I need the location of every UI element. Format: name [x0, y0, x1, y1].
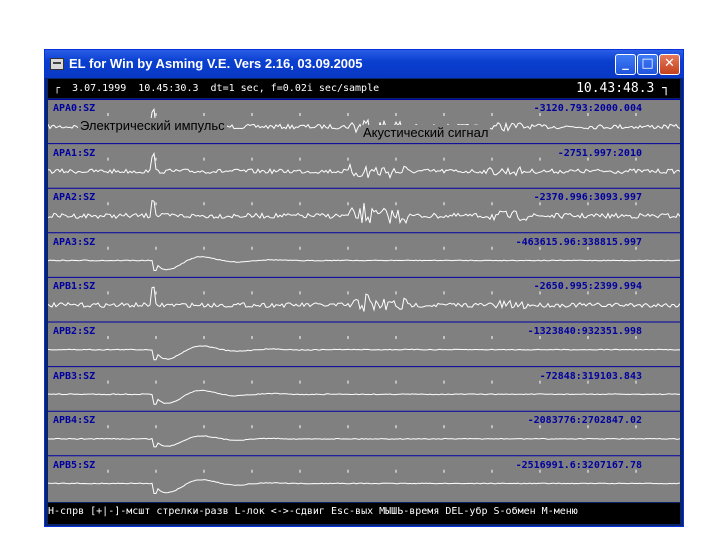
status-bar: H-спрв [+|-]-мсшт стрелки-разв L-лок <->…	[48, 503, 680, 524]
channel-label[interactable]: APB1:SZ	[53, 281, 95, 292]
app-window: EL for Win by Asming V.E. Vers 2.16, 03.…	[44, 49, 684, 527]
channel-label[interactable]: APA1:SZ	[53, 148, 95, 159]
close-button[interactable]: ✕	[659, 54, 680, 75]
channel-label[interactable]: APA2:SZ	[53, 192, 95, 203]
seismogram-plot[interactable]: Электрический импульс Акустический сигна…	[48, 99, 680, 502]
waveform-trace	[48, 345, 680, 361]
channel-label[interactable]: APB4:SZ	[53, 415, 95, 426]
waveform-trace	[48, 389, 680, 405]
window-title: EL for Win by Asming V.E. Vers 2.16, 03.…	[69, 56, 363, 71]
cursor-time: 10.43:48.3 ┐	[576, 81, 670, 96]
waveform-trace	[48, 256, 680, 271]
hotkey-help: H-спрв [+|-]-мсшт стрелки-разв L-лок <->…	[48, 506, 578, 517]
channel-range: -2650.995:2399.994	[533, 281, 642, 293]
channel-label[interactable]: APB2:SZ	[53, 326, 95, 337]
title-bar[interactable]: EL for Win by Asming V.E. Vers 2.16, 03.…	[45, 50, 683, 78]
app-icon[interactable]	[50, 58, 64, 70]
acoustic-signal-annotation: Акустический сигнал	[361, 125, 491, 140]
channel-range: -3120.793:2000.004	[533, 103, 642, 114]
channel-range: -72848:319103.843	[539, 370, 642, 382]
minimize-button[interactable]: _	[615, 54, 636, 75]
waveform-trace	[48, 479, 680, 494]
electric-pulse-annotation: Электрический импульс	[78, 118, 227, 133]
channel-range: -1323840:932351.998	[527, 326, 642, 337]
channel-range: -2370.996:3093.997	[533, 192, 642, 204]
maximize-button[interactable]: □	[637, 54, 658, 75]
waveform-trace	[48, 435, 680, 448]
channel-label[interactable]: APA3:SZ	[53, 237, 95, 248]
channel-range: -2751.997:2010	[557, 147, 642, 159]
channel-label[interactable]: APB3:SZ	[53, 371, 95, 382]
waveform-canvas[interactable]	[48, 99, 680, 502]
channel-label[interactable]: APA0:SZ	[53, 103, 95, 114]
time-header: ┌ 3.07.1999 10.45:30.3 dt=1 sec, f=0.02i…	[48, 79, 680, 98]
waveform-trace	[48, 199, 680, 225]
channel-range: -2083776:2702847.02	[527, 415, 642, 427]
channel-label[interactable]: APB5:SZ	[53, 460, 95, 471]
record-info: ┌ 3.07.1999 10.45:30.3 dt=1 sec, f=0.02i…	[54, 83, 380, 94]
channel-range: -2516991.6:3207167.78	[515, 459, 642, 471]
channel-range: -463615.96:338815.997	[515, 236, 642, 248]
